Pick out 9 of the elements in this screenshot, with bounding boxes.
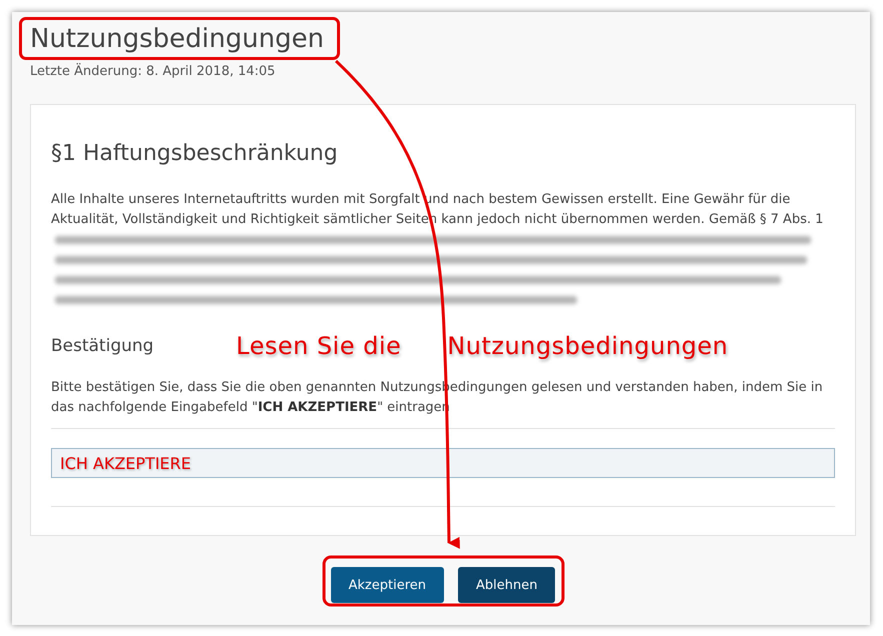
decline-button[interactable]: Ablehnen (458, 567, 556, 603)
annotation-label: Lesen Sie die (236, 332, 402, 360)
annotation-label: Nutzungsbedingungen (447, 332, 728, 360)
page-title: Nutzungsbedingungen (30, 24, 324, 54)
section-heading: §1 Haftungsbeschränkung (51, 141, 339, 166)
input-field[interactable]: ICH AKZEPTIERE (51, 448, 835, 478)
confirmation-heading: Bestätigung (51, 336, 155, 356)
accept-button[interactable]: Akzeptieren (330, 567, 444, 603)
last-changed-text: Letzte Änderung: 8. April 2018, 14:05 (30, 64, 276, 80)
